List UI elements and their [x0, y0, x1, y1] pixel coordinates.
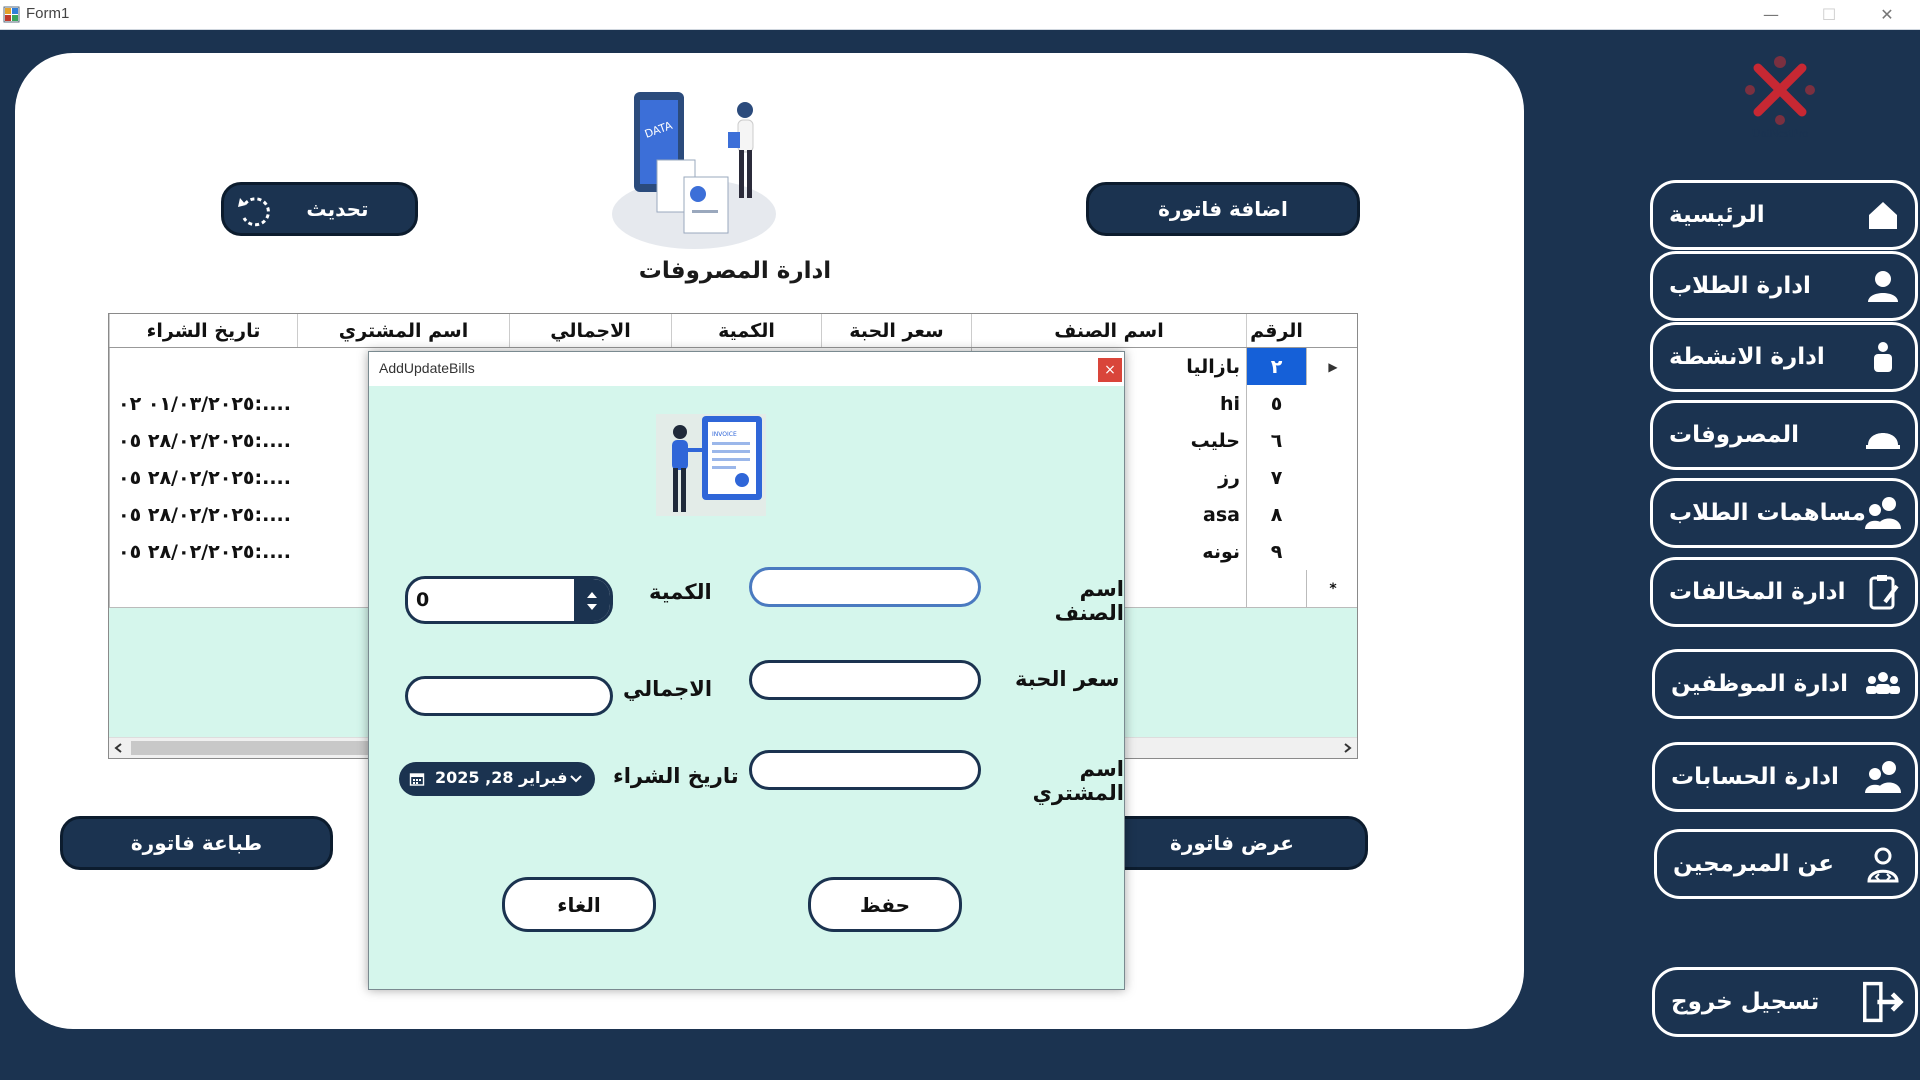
sidebar-item-label: المصروفات — [1669, 422, 1800, 448]
svg-text:INVOICE: INVOICE — [712, 431, 737, 438]
new-row-marker: * — [1306, 570, 1357, 607]
add-bill-button[interactable]: اضافة فاتورة — [1086, 182, 1360, 236]
sidebar-item-label: ادارة الانشطة — [1669, 344, 1825, 370]
maximize-button[interactable]: ☐ — [1800, 0, 1858, 29]
column-header-purchase-date[interactable]: تاريخ الشراء — [109, 314, 297, 347]
cell-purchase-date[interactable]: ٠١/٠٣/٢٠٢٥ ٠٢:.... — [109, 385, 297, 422]
grid-header: الرقم اسم الصنف سعر الحبة الكمية الاجمال… — [109, 314, 1357, 348]
refresh-icon — [238, 197, 270, 227]
close-window-button[interactable]: ✕ — [1858, 0, 1916, 29]
logo-mark-icon — [1745, 56, 1815, 125]
app-icon — [3, 6, 20, 23]
spin-up-down-icon — [587, 592, 597, 610]
item-name-label: اسم الصنف — [1054, 577, 1124, 625]
invoice-illustration-icon: INVOICE — [656, 414, 766, 516]
expenses-icon — [1866, 433, 1900, 449]
sidebar-item-accounts[interactable]: ادارة الحسابات — [1652, 742, 1918, 812]
page-title: ادارة المصروفات — [638, 258, 832, 284]
buyer-name-field[interactable] — [749, 750, 981, 790]
add-update-bills-dialog: AddUpdateBills × INVOICE اسم الصنف سعر ا… — [368, 351, 1125, 990]
sidebar-item-activities[interactable]: ادارة الانشطة — [1650, 322, 1918, 392]
sidebar-item-label: عن المبرمجين — [1673, 851, 1834, 877]
row-marker: ▶ — [1306, 348, 1357, 385]
logo-text: UniNestPro — [1751, 126, 1809, 140]
cell-purchase-date[interactable] — [109, 348, 297, 385]
dialog-close-button[interactable]: × — [1098, 358, 1122, 382]
total-label: الاجمالي — [623, 677, 713, 701]
dialog-titlebar: AddUpdateBills × — [369, 352, 1124, 386]
home-icon — [1869, 202, 1897, 229]
cell-purchase-date[interactable]: ٢٨/٠٢/٢٠٢٥ ٠٥:.... — [109, 422, 297, 459]
sidebar-item-label: الرئيسية — [1669, 202, 1765, 228]
cell-number[interactable] — [1246, 570, 1306, 607]
buyer-name-label: اسم المشتري — [1032, 757, 1124, 805]
unit-price-label: سعر الحبة — [1015, 667, 1120, 691]
refresh-button[interactable]: تحديث — [221, 182, 418, 236]
cell-number[interactable]: ٨ — [1246, 496, 1306, 533]
cell-purchase-date[interactable]: ٢٨/٠٢/٢٠٢٥ ٠٥:.... — [109, 459, 297, 496]
cell-number[interactable]: ٧ — [1246, 459, 1306, 496]
student-icon — [1868, 271, 1898, 302]
sidebar-item-label: مساهمات الطلاب — [1669, 500, 1866, 526]
sidebar-item-label: ادارة الطلاب — [1669, 273, 1811, 299]
scroll-left-icon[interactable] — [113, 742, 125, 754]
activity-icon — [1874, 342, 1892, 372]
total-field[interactable] — [405, 676, 613, 716]
logout-button[interactable]: تسجيل خروج — [1652, 967, 1918, 1037]
sidebar-item-employees[interactable]: ادارة الموظفين — [1652, 649, 1918, 719]
cell-purchase-date[interactable] — [109, 570, 297, 607]
chevron-down-icon — [570, 775, 582, 783]
sidebar-item-expenses[interactable]: المصروفات — [1650, 400, 1918, 470]
minimize-button[interactable]: — — [1742, 0, 1800, 29]
violations-icon — [1869, 575, 1899, 610]
contributions-icon — [1865, 497, 1901, 529]
column-header-item-name[interactable]: اسم الصنف — [971, 314, 1246, 347]
cell-number[interactable]: ٩ — [1246, 533, 1306, 570]
sidebar-item-developers[interactable]: عن المبرمجين — [1654, 829, 1918, 899]
purchase-date-picker[interactable]: فبراير 28, 2025 — [399, 762, 595, 796]
sidebar-item-label: ادارة الموظفين — [1671, 671, 1849, 697]
accounts-icon — [1865, 761, 1901, 793]
sidebar-item-home[interactable]: الرئيسية — [1650, 180, 1918, 250]
scroll-right-icon[interactable] — [1341, 742, 1353, 754]
sidebar-item-violations[interactable]: ادارة المخالفات — [1650, 557, 1918, 627]
logout-label: تسجيل خروج — [1671, 989, 1820, 1015]
print-bill-button[interactable]: طباعة فاتورة — [60, 816, 333, 870]
quantity-stepper[interactable]: 0 — [405, 576, 613, 624]
developers-icon — [1867, 847, 1899, 883]
sidebar-item-students[interactable]: ادارة الطلاب — [1650, 251, 1918, 321]
cell-purchase-date[interactable]: ٢٨/٠٢/٢٠٢٥ ٠٥:.... — [109, 496, 297, 533]
calendar-icon — [409, 773, 425, 786]
sidebar-item-contributions[interactable]: مساهمات الطلاب — [1650, 478, 1918, 548]
cell-purchase-date[interactable]: ٢٨/٠٢/٢٠٢٥ ٠٥:.... — [109, 533, 297, 570]
purchase-date-label: تاريخ الشراء — [613, 764, 739, 788]
view-bill-button[interactable]: عرض فاتورة — [1096, 816, 1368, 870]
save-button[interactable]: حفظ — [808, 877, 962, 932]
window-title: Form1 — [26, 5, 70, 22]
cell-number[interactable]: ٢ — [1246, 348, 1306, 385]
dialog-title: AddUpdateBills — [379, 360, 475, 376]
refresh-label: تحديث — [306, 197, 369, 221]
employees-icon — [1866, 672, 1900, 694]
column-header-buyer-name[interactable]: اسم المشتري — [297, 314, 509, 347]
item-name-field[interactable] — [749, 567, 981, 607]
cancel-button[interactable]: الغاء — [502, 877, 656, 932]
sidebar-item-label: ادارة الحسابات — [1671, 764, 1839, 790]
logo: UniNestPro — [1740, 54, 1820, 146]
unit-price-field[interactable] — [749, 660, 981, 700]
column-header-unit-price[interactable]: سعر الحبة — [821, 314, 971, 347]
quantity-value: 0 — [416, 589, 430, 611]
sidebar-item-label: ادارة المخالفات — [1669, 579, 1846, 605]
window-titlebar: Form1 — ☐ ✕ — [0, 0, 1920, 30]
cell-number[interactable]: ٦ — [1246, 422, 1306, 459]
column-header-total[interactable]: الاجمالي — [509, 314, 671, 347]
quantity-label: الكمية — [649, 580, 712, 604]
column-header-number[interactable]: الرقم — [1246, 314, 1306, 347]
cell-number[interactable]: ٥ — [1246, 385, 1306, 422]
quantity-spin-buttons[interactable] — [574, 579, 610, 621]
logout-icon — [1863, 981, 1904, 1023]
column-header-quantity[interactable]: الكمية — [671, 314, 821, 347]
data-illustration-icon: DATA — [612, 92, 776, 249]
purchase-date-value: فبراير 28, 2025 — [435, 768, 568, 787]
